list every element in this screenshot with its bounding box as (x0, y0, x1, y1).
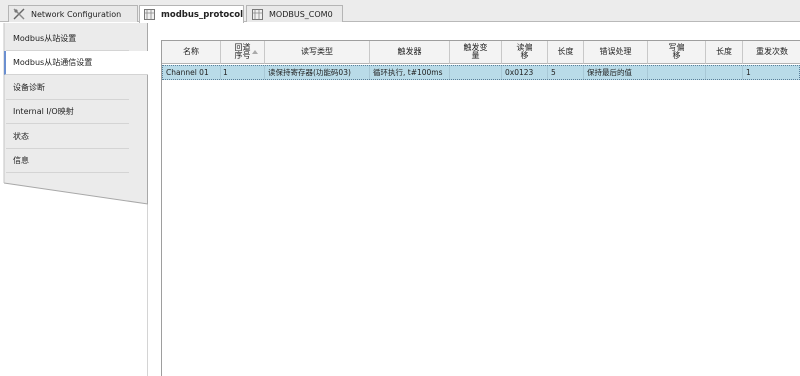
editor-tab-bar: Network Configuration modbus_protocol ✕ … (0, 0, 800, 23)
sidebar-item-info[interactable]: 信息 (6, 149, 129, 173)
header-label: 读偏 移 (516, 43, 533, 60)
cell-access-type: 读保持寄存器(功能码03) (265, 66, 370, 79)
tab-label: modbus_protocol (161, 9, 244, 20)
header-label: 读写类型 (301, 47, 333, 56)
header-label: 写偏 移 (668, 43, 685, 60)
column-header-access-type[interactable]: 读写类型 (265, 41, 370, 64)
tab-network-configuration[interactable]: Network Configuration (8, 5, 138, 22)
sidebar-item-label: Modbus从站通信设置 (13, 58, 93, 67)
network-config-icon (13, 8, 25, 20)
sidebar-item-label: 状态 (13, 132, 29, 141)
column-header-trigger[interactable]: 触发器 (370, 41, 450, 64)
header-label: 错误处理 (599, 47, 632, 56)
cell-trigger-variable (450, 66, 502, 79)
column-header-read-offset[interactable]: 读偏 移 (502, 41, 548, 64)
header-label: 回道 序号 (234, 43, 251, 60)
cell-read-offset: 0x0123 (502, 66, 548, 79)
header-label: 长度 (716, 47, 732, 56)
column-header-retry-count[interactable]: 重发次数 (743, 41, 800, 64)
sidebar-item-label: Internal I/O映射 (13, 107, 74, 116)
cell-write-offset (648, 66, 706, 79)
header-label: 重发次数 (756, 47, 788, 56)
tab-modbus-protocol[interactable]: modbus_protocol ✕ (139, 5, 257, 23)
channel-table: 名称 回道 序号 读写类型 触发器 触发变 量 读偏 移 长度 错误处理 写偏 … (161, 40, 800, 376)
column-header-channel-index[interactable]: 回道 序号 (221, 41, 265, 64)
header-label: 名称 (183, 47, 199, 56)
header-label: 触发变 量 (463, 43, 488, 60)
column-header-write-length[interactable]: 长度 (706, 41, 743, 64)
settings-sidebar: Modbus从站设置 Modbus从站通信设置 设备诊断 Internal I/… (0, 23, 148, 376)
sidebar-item-device-diagnostics[interactable]: 设备诊断 (6, 76, 129, 100)
sidebar-item-modbus-slave-settings[interactable]: Modbus从站设置 (6, 27, 129, 51)
cell-retry-count: 1 (746, 68, 751, 77)
column-header-error-handling[interactable]: 错误处理 (584, 41, 648, 64)
column-header-write-offset[interactable]: 写偏 移 (648, 41, 706, 64)
sidebar-item-internal-io-mapping[interactable]: Internal I/O映射 (6, 100, 129, 124)
tab-label: Network Configuration (31, 9, 122, 19)
sidebar-item-label: 设备诊断 (13, 83, 45, 92)
device-icon (144, 9, 155, 21)
sort-ascending-icon[interactable] (252, 50, 258, 54)
table-row[interactable]: Channel 01 1 读保持寄存器(功能码03) 循环执行, t#100ms… (162, 65, 800, 80)
header-label: 触发器 (397, 47, 422, 56)
tab-label: MODBUS_COM0 (269, 9, 333, 19)
column-header-read-length[interactable]: 长度 (548, 41, 584, 64)
column-header-name[interactable]: 名称 (162, 41, 221, 64)
cell-error-handling: 保持最后的值 (584, 66, 648, 79)
tab-modbus-com0[interactable]: MODBUS_COM0 (246, 5, 343, 22)
content-panel: 名称 回道 序号 读写类型 触发器 触发变 量 读偏 移 长度 错误处理 写偏 … (148, 23, 800, 376)
sidebar-item-label: Modbus从站设置 (13, 34, 77, 43)
cell-channel-index: 1 (221, 66, 265, 79)
cell-write-length (706, 66, 743, 79)
device-icon (251, 8, 263, 20)
column-header-trigger-variable[interactable]: 触发变 量 (450, 41, 502, 64)
cell-read-length: 5 (548, 66, 584, 79)
sidebar-item-label: 信息 (13, 156, 29, 165)
header-label: 长度 (557, 47, 574, 56)
cell-name: Channel 01 (163, 66, 221, 79)
cell-trigger: 循环执行, t#100ms (370, 66, 450, 79)
sidebar-item-status[interactable]: 状态 (6, 125, 129, 149)
sidebar-item-modbus-slave-comm-settings[interactable]: Modbus从站通信设置 (4, 51, 148, 75)
